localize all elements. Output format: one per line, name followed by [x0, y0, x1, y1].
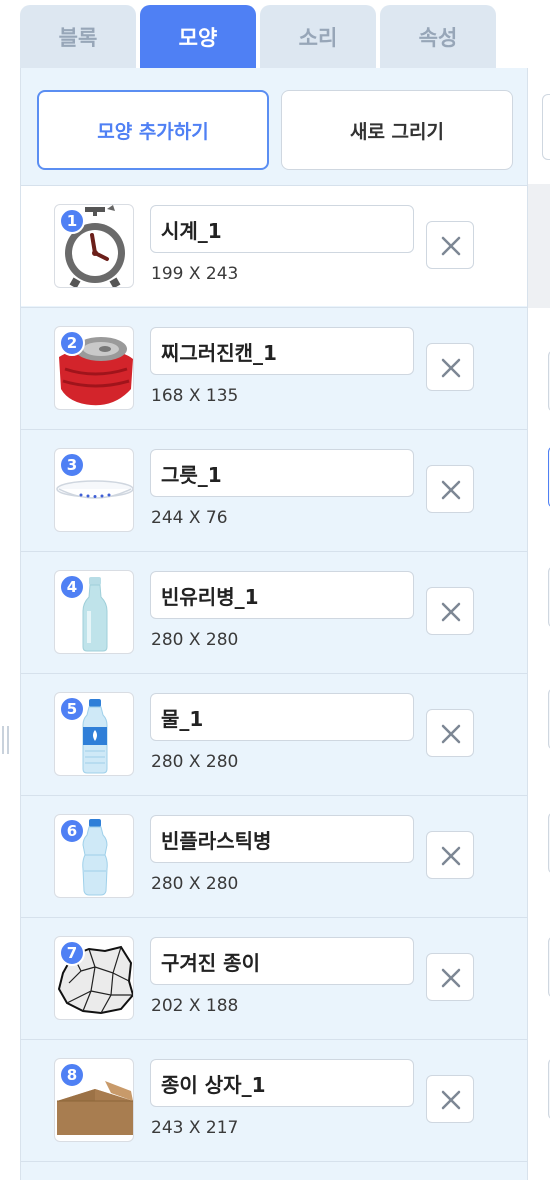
costume-item[interactable]: 7 구겨진 종이 202 X 188: [21, 917, 527, 1038]
costume-number-badge: 4: [59, 574, 85, 600]
adjacent-panel-header: [528, 184, 550, 308]
costume-name-input[interactable]: 그릇_1: [150, 449, 414, 497]
costume-item[interactable]: 5 물_1 280 X 280: [21, 673, 527, 794]
costume-number-badge: 3: [59, 452, 85, 478]
costume-size: 202 X 188: [151, 996, 239, 1016]
costume-item[interactable]: 6 빈플라스틱병 280 X 280: [21, 795, 527, 916]
delete-costume-button[interactable]: [426, 587, 474, 635]
close-icon: [441, 846, 461, 866]
resize-handle[interactable]: [2, 726, 12, 754]
close-icon: [441, 480, 461, 500]
adjacent-panel-button[interactable]: [542, 94, 550, 160]
costume-size: 168 X 135: [151, 386, 239, 406]
tab-blocks[interactable]: 블록: [20, 5, 136, 68]
costume-number-badge: 6: [59, 818, 85, 844]
delete-costume-button[interactable]: [426, 709, 474, 757]
costume-item[interactable]: 1 시계_1 199 X 243: [21, 185, 527, 306]
close-icon: [441, 358, 461, 378]
delete-costume-button[interactable]: [426, 831, 474, 879]
costume-name-input[interactable]: 종이 상자_1: [150, 1059, 414, 1107]
costume-name-input[interactable]: 구겨진 종이: [150, 937, 414, 985]
costume-size: 243 X 217: [151, 1118, 239, 1138]
tab-shapes[interactable]: 모양: [140, 5, 256, 68]
tab-sounds[interactable]: 소리: [260, 5, 376, 68]
costume-number-badge: 8: [59, 1062, 85, 1088]
costume-panel: 모양 추가하기 새로 그리기 1 시계_1 199 X 243 2 찌그러진캔_…: [20, 68, 528, 1180]
close-icon: [441, 236, 461, 256]
close-icon: [441, 968, 461, 988]
close-icon: [441, 1090, 461, 1110]
delete-costume-button[interactable]: [426, 221, 474, 269]
costume-number-badge: 7: [59, 940, 85, 966]
delete-costume-button[interactable]: [426, 465, 474, 513]
delete-costume-button[interactable]: [426, 953, 474, 1001]
delete-costume-button[interactable]: [426, 1075, 474, 1123]
costume-item-partial: [21, 1161, 527, 1180]
costume-name-input[interactable]: 찌그러진캔_1: [150, 327, 414, 375]
costume-size: 280 X 280: [151, 630, 239, 650]
costume-number-badge: 2: [59, 330, 85, 356]
costume-size: 280 X 280: [151, 752, 239, 772]
costume-name-input[interactable]: 물_1: [150, 693, 414, 741]
new-drawing-button[interactable]: 새로 그리기: [281, 90, 513, 170]
costume-name-input[interactable]: 빈유리병_1: [150, 571, 414, 619]
costume-number-badge: 1: [59, 208, 85, 234]
costume-name-input[interactable]: 시계_1: [150, 205, 414, 253]
costume-name-input[interactable]: 빈플라스틱병: [150, 815, 414, 863]
costume-item[interactable]: 3 그릇_1 244 X 76: [21, 429, 527, 550]
costume-actions: 모양 추가하기 새로 그리기: [21, 68, 527, 186]
adjacent-panel-edge: [528, 68, 550, 1180]
costume-number-badge: 5: [59, 696, 85, 722]
costume-size: 244 X 76: [151, 508, 228, 528]
costume-size: 199 X 243: [151, 264, 239, 284]
tab-properties[interactable]: 속성: [380, 5, 496, 68]
costume-item[interactable]: 4 빈유리병_1 280 X 280: [21, 551, 527, 672]
costume-item[interactable]: 8 종이 상자_1 243 X 217: [21, 1039, 527, 1160]
add-costume-button[interactable]: 모양 추가하기: [37, 90, 269, 170]
close-icon: [441, 724, 461, 744]
tab-bar: 블록 모양 소리 속성: [0, 0, 550, 68]
costume-size: 280 X 280: [151, 874, 239, 894]
close-icon: [441, 602, 461, 622]
costume-item[interactable]: 2 찌그러진캔_1 168 X 135: [21, 307, 527, 428]
delete-costume-button[interactable]: [426, 343, 474, 391]
